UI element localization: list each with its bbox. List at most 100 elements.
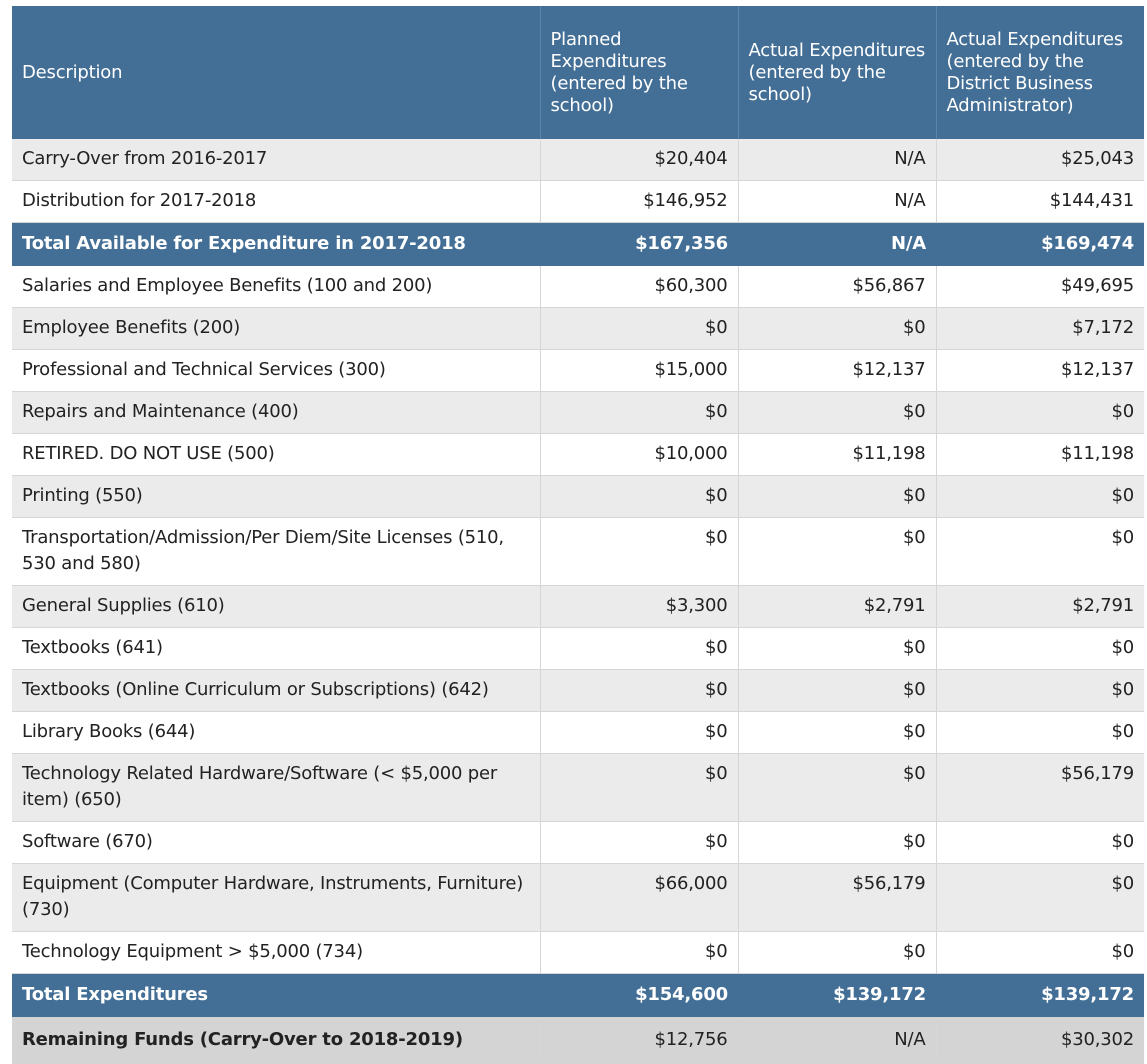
description-cell: Equipment (Computer Hardware, Instrument… — [12, 863, 541, 932]
table-header: Description Planned Expenditures (entere… — [12, 6, 1144, 139]
table-row: Repairs and Maintenance (400) $0 $0 $0 — [12, 391, 1144, 434]
description-cell: Software (670) — [12, 821, 541, 864]
planned-cell: $146,952 — [540, 180, 739, 223]
actual-district-cell: $0 — [936, 931, 1144, 974]
actual-school-cell: $139,172 — [738, 973, 936, 1017]
actual-school-cell: N/A — [738, 180, 937, 223]
actual-district-cell: $56,179 — [936, 753, 1144, 822]
actual-district-cell: $0 — [936, 475, 1144, 518]
planned-cell: $0 — [540, 669, 739, 712]
planned-cell: $0 — [540, 627, 739, 670]
actual-school-cell: $0 — [738, 475, 937, 518]
table-row: Equipment (Computer Hardware, Instrument… — [12, 863, 1144, 932]
actual-district-cell: $12,137 — [936, 349, 1144, 392]
header-actual-expenditures-district: Actual Expenditures (entered by the Dist… — [936, 6, 1144, 139]
table-row: General Supplies (610) $3,300 $2,791 $2,791 — [12, 585, 1144, 628]
planned-cell: $10,000 — [540, 433, 739, 476]
table-row: Distribution for 2017-2018 $146,952 N/A $14… — [12, 180, 1144, 223]
table-row: Technology Equipment > $5,000 (734) $0 $0 $… — [12, 931, 1144, 974]
planned-cell: $66,000 — [540, 863, 739, 932]
planned-cell: $167,356 — [540, 222, 738, 266]
planned-cell: $0 — [540, 307, 739, 350]
actual-district-cell: $0 — [936, 627, 1144, 670]
actual-school-cell: $0 — [738, 517, 937, 586]
table-row: Salaries and Employee Benefits (100 and … — [12, 265, 1144, 308]
description-cell: Library Books (644) — [12, 711, 541, 754]
table-row: Professional and Technical Services (300… — [12, 349, 1144, 392]
total-row: Total Available for Expenditure in 2017-… — [12, 222, 1144, 266]
planned-cell: $3,300 — [540, 585, 739, 628]
actual-school-cell: N/A — [738, 139, 937, 181]
description-cell: Textbooks (641) — [12, 627, 541, 670]
description-cell: RETIRED. DO NOT USE (500) — [12, 433, 541, 476]
actual-school-cell: N/A — [738, 1016, 937, 1064]
description-cell: General Supplies (610) — [12, 585, 541, 628]
actual-district-cell: $49,695 — [936, 265, 1144, 308]
table-row: Technology Related Hardware/Software (< … — [12, 753, 1144, 822]
table-row: Carry-Over from 2016-2017 $20,404 N/A $25,0… — [12, 139, 1144, 181]
actual-district-cell: $0 — [936, 711, 1144, 754]
actual-district-cell: $0 — [936, 821, 1144, 864]
header-planned-expenditures: Planned Expenditures (entered by the sch… — [540, 6, 739, 139]
planned-cell: $12,756 — [540, 1016, 739, 1064]
actual-district-cell: $25,043 — [936, 139, 1144, 181]
planned-cell: $154,600 — [540, 973, 738, 1017]
table-row: Printing (550) $0 $0 $0 — [12, 475, 1144, 518]
actual-school-cell: $56,179 — [738, 863, 937, 932]
description-cell: Distribution for 2017-2018 — [12, 180, 541, 223]
total-row: Total Expenditures $154,600 $139,172 $139,1… — [12, 973, 1144, 1017]
table-row: Transportation/Admission/Per Diem/Site L… — [12, 517, 1144, 586]
actual-school-cell: $0 — [738, 391, 937, 434]
actual-school-cell: $2,791 — [738, 585, 937, 628]
actual-district-cell: $11,198 — [936, 433, 1144, 476]
description-cell: Repairs and Maintenance (400) — [12, 391, 541, 434]
description-cell: Carry-Over from 2016-2017 — [12, 139, 541, 181]
actual-school-cell: $0 — [738, 307, 937, 350]
description-cell: Remaining Funds (Carry-Over to 2018-2019… — [12, 1016, 541, 1064]
description-cell: Salaries and Employee Benefits (100 and … — [12, 265, 541, 308]
planned-cell: $0 — [540, 475, 739, 518]
table-row: Employee Benefits (200) $0 $0 $7,172 — [12, 307, 1144, 350]
description-cell: Professional and Technical Services (300… — [12, 349, 541, 392]
planned-cell: $0 — [540, 753, 739, 822]
table-row: Software (670) $0 $0 $0 — [12, 821, 1144, 864]
actual-school-cell: $0 — [738, 627, 937, 670]
planned-cell: $0 — [540, 711, 739, 754]
header-actual-expenditures-school: Actual Expenditures (entered by the scho… — [738, 6, 937, 139]
actual-school-cell: $56,867 — [738, 265, 937, 308]
description-cell: Total Expenditures — [12, 973, 540, 1017]
header-description: Description — [12, 6, 541, 139]
actual-district-cell: $30,302 — [936, 1016, 1144, 1064]
planned-cell: $0 — [540, 391, 739, 434]
actual-district-cell: $2,791 — [936, 585, 1144, 628]
description-cell: Employee Benefits (200) — [12, 307, 541, 350]
planned-cell: $0 — [540, 517, 739, 586]
actual-district-cell: $0 — [936, 863, 1144, 932]
planned-cell: $0 — [540, 931, 739, 974]
table-body: Carry-Over from 2016-2017 $20,404 N/A $25,0… — [12, 139, 1144, 1064]
actual-school-cell: $0 — [738, 821, 937, 864]
header-row: Description Planned Expenditures (entere… — [12, 6, 1144, 139]
actual-district-cell: $7,172 — [936, 307, 1144, 350]
actual-school-cell: $0 — [738, 753, 937, 822]
remaining-funds-row: Remaining Funds (Carry-Over to 2018-2019… — [12, 1016, 1144, 1064]
actual-district-cell: $139,172 — [936, 973, 1144, 1017]
planned-cell: $0 — [540, 821, 739, 864]
actual-district-cell: $169,474 — [936, 222, 1144, 266]
actual-school-cell: $0 — [738, 669, 937, 712]
actual-school-cell: $12,137 — [738, 349, 937, 392]
planned-cell: $60,300 — [540, 265, 739, 308]
actual-school-cell: $0 — [738, 931, 937, 974]
table-row: Textbooks (641) $0 $0 $0 — [12, 627, 1144, 670]
description-cell: Total Available for Expenditure in 2017-… — [12, 222, 540, 266]
planned-cell: $20,404 — [540, 139, 739, 181]
actual-school-cell: $0 — [738, 711, 937, 754]
description-cell: Transportation/Admission/Per Diem/Site L… — [12, 517, 541, 586]
expenditure-table-container: Description Planned Expenditures (entere… — [12, 6, 1144, 1064]
planned-cell: $15,000 — [540, 349, 739, 392]
table-row: Library Books (644) $0 $0 $0 — [12, 711, 1144, 754]
description-cell: Printing (550) — [12, 475, 541, 518]
actual-district-cell: $144,431 — [936, 180, 1144, 223]
table-row: Textbooks (Online Curriculum or Subscrip… — [12, 669, 1144, 712]
description-cell: Technology Equipment > $5,000 (734) — [12, 931, 541, 974]
